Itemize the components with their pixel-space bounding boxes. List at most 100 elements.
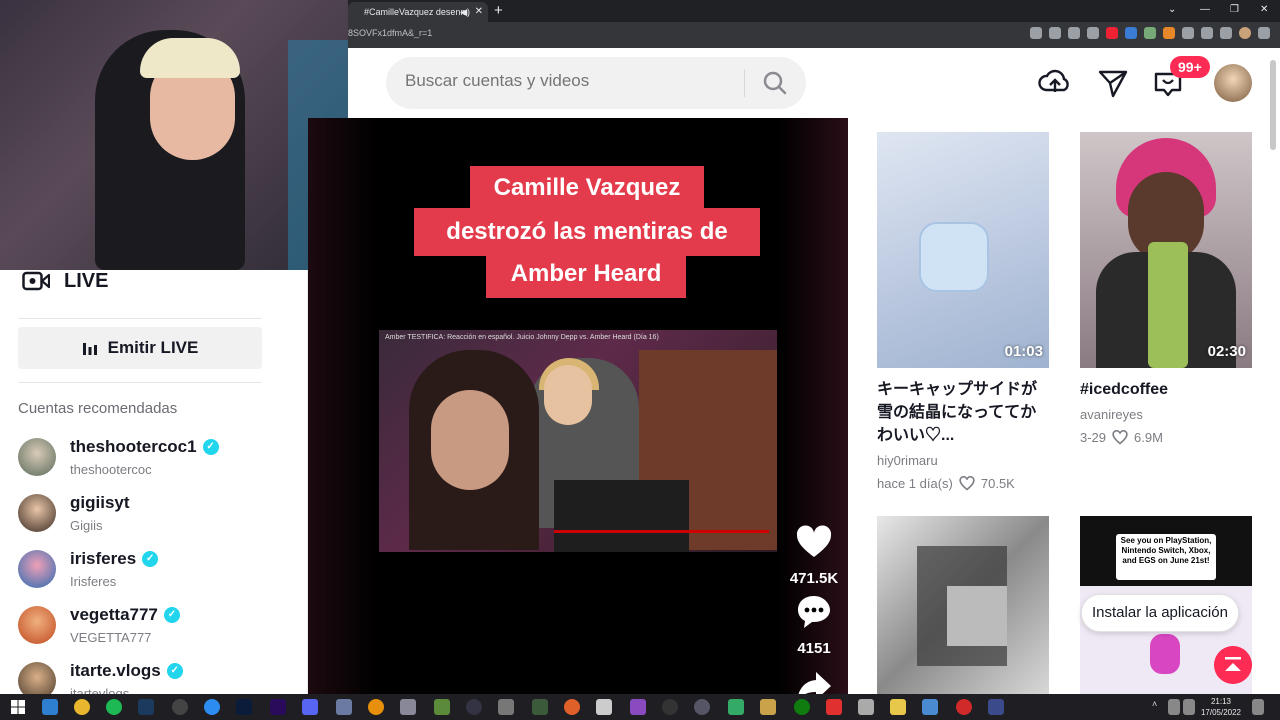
video-author[interactable]: hiy0rimaru <box>877 453 1049 468</box>
account-handle: Irisferes <box>70 574 117 589</box>
taskbar-app-icon[interactable] <box>890 699 906 715</box>
clock-date: 17/05/2022 <box>1200 708 1242 717</box>
video-title[interactable]: #icedcoffee <box>1080 378 1252 401</box>
taskbar-app-icon[interactable] <box>630 699 646 715</box>
taskbar-app-icon[interactable] <box>532 699 548 715</box>
tab-search-icon[interactable]: ⌄ <box>1168 0 1176 20</box>
notification-badge: 99+ <box>1170 56 1210 78</box>
game-banner-text: See you on PlayStation, Nintendo Switch,… <box>1116 534 1216 580</box>
comment-button[interactable]: 4151 <box>784 592 844 657</box>
video-meta: hace 1 día(s) 70.5K <box>877 476 1049 491</box>
heart-icon <box>796 525 832 557</box>
share-icon[interactable] <box>1068 27 1080 39</box>
taskbar-app-icon[interactable] <box>956 699 972 715</box>
volume-icon[interactable] <box>1183 699 1195 715</box>
user-avatar[interactable] <box>1214 64 1252 102</box>
video-thumbnail[interactable]: 02:30 <box>1080 132 1252 368</box>
menu-kebab-icon[interactable] <box>1258 27 1270 39</box>
cast-icon[interactable] <box>1030 27 1042 39</box>
search-app-icon[interactable] <box>368 699 384 715</box>
spotify-icon[interactable] <box>106 699 122 715</box>
taskbar-app-icon[interactable] <box>858 699 874 715</box>
video-thumbnail[interactable] <box>877 516 1049 694</box>
feed-card[interactable] <box>877 516 1049 694</box>
extension-icon[interactable] <box>1144 27 1156 39</box>
obs-icon[interactable] <box>172 699 188 715</box>
search-box[interactable] <box>386 57 806 109</box>
folder-icon[interactable] <box>760 699 776 715</box>
taskbar-app-icon[interactable] <box>694 699 710 715</box>
emitir-live-button[interactable]: Emitir LIVE <box>18 327 262 369</box>
send-message-icon[interactable] <box>1096 66 1130 100</box>
tray-chevron-icon[interactable]: ˄ <box>1152 699 1164 715</box>
upload-cloud-icon[interactable] <box>1038 66 1072 100</box>
minimize-icon[interactable]: — <box>1200 0 1210 20</box>
feed-card[interactable]: 01:03 キーキャップサイドが雪の結晶になっててかわいい♡... hiy0ri… <box>877 132 1049 491</box>
account-item[interactable]: irisferes ✓ Irisferes <box>18 549 298 594</box>
photoshop-icon[interactable] <box>236 699 252 715</box>
search-input[interactable] <box>405 71 745 91</box>
taskbar-app-icon[interactable] <box>922 699 938 715</box>
profile-icon[interactable] <box>1239 27 1251 39</box>
extension-icons <box>1030 27 1270 39</box>
bookmark-star-icon[interactable] <box>1087 27 1099 39</box>
share-button[interactable] <box>784 666 844 694</box>
chrome-icon[interactable] <box>74 699 90 715</box>
taskbar-clock[interactable]: 21:13 17/05/2022 <box>1196 696 1246 718</box>
like-button[interactable]: 471.5K <box>784 522 844 587</box>
video-title[interactable]: キーキャップサイドが雪の結晶になっててかわいい♡... <box>877 378 1049 447</box>
streamer-cap <box>140 38 240 78</box>
extension-icon[interactable] <box>1125 27 1137 39</box>
account-item[interactable]: vegetta777 ✓ VEGETTA777 <box>18 605 298 650</box>
browser-tab[interactable]: #CamilleVazquez desenm ◀) ✕ <box>348 2 488 22</box>
search-divider <box>744 69 745 97</box>
taskbar-app-icon[interactable] <box>988 699 1004 715</box>
extension-icon[interactable] <box>1163 27 1175 39</box>
extension-icon[interactable] <box>1106 27 1118 39</box>
video-player[interactable]: Camille Vazquez destrozó las mentiras de… <box>308 118 848 694</box>
speaker-icon[interactable]: ◀) <box>460 2 470 22</box>
puzzle-icon[interactable] <box>1182 27 1194 39</box>
window-close-icon[interactable]: ✕ <box>1260 0 1268 20</box>
zoom-icon[interactable] <box>1049 27 1061 39</box>
windows-start-icon[interactable] <box>10 699 26 715</box>
install-app-button[interactable]: Instalar la aplicación <box>1081 594 1239 632</box>
url-text[interactable]: 8SOVFx1dfmA&_r=1 <box>348 28 432 38</box>
restore-icon[interactable]: ❐ <box>1230 0 1239 20</box>
close-tab-icon[interactable]: ✕ <box>475 2 483 22</box>
sidepanel-icon[interactable] <box>1220 27 1232 39</box>
video-likes: 70.5K <box>980 476 1015 491</box>
taskbar-app-icon[interactable] <box>42 699 58 715</box>
discord-icon[interactable] <box>302 699 318 715</box>
address-bar[interactable]: 8SOVFx1dfmA&_r=1 <box>348 22 1280 48</box>
new-tab-button[interactable]: + <box>494 0 503 22</box>
taskbar-app-icon[interactable] <box>400 699 416 715</box>
nav-live[interactable]: LIVE <box>22 270 108 292</box>
feed-card[interactable]: 02:30 #icedcoffee avanireyes 3-29 6.9M <box>1080 132 1252 445</box>
notifications-icon[interactable] <box>1252 699 1264 715</box>
back-to-top-icon[interactable] <box>1214 646 1252 684</box>
taskbar-app-icon[interactable] <box>662 699 678 715</box>
video-likes: 6.9M <box>1134 430 1163 445</box>
taskbar-app-icon[interactable] <box>204 699 220 715</box>
reading-list-icon[interactable] <box>1201 27 1213 39</box>
account-item[interactable]: gigiisyt Gigiis <box>18 493 298 538</box>
account-item[interactable]: theshootercoc1 ✓ theshootercoc <box>18 437 298 482</box>
premiere-icon[interactable] <box>270 699 286 715</box>
account-name: irisferes ✓ <box>70 549 159 569</box>
taskbar-app-icon[interactable] <box>336 699 352 715</box>
steam-icon[interactable] <box>138 699 154 715</box>
page-scrollbar[interactable] <box>1270 60 1276 150</box>
taskbar-app-icon[interactable] <box>596 699 612 715</box>
taskbar-app-icon[interactable] <box>466 699 482 715</box>
taskbar-app-icon[interactable] <box>564 699 580 715</box>
taskbar-app-icon[interactable] <box>728 699 744 715</box>
video-thumbnail[interactable]: 01:03 <box>877 132 1049 368</box>
xbox-icon[interactable] <box>794 699 810 715</box>
minecraft-icon[interactable] <box>434 699 450 715</box>
network-icon[interactable] <box>1168 699 1180 715</box>
video-author[interactable]: avanireyes <box>1080 407 1252 422</box>
search-icon[interactable] <box>758 69 792 97</box>
taskbar-app-icon[interactable] <box>826 699 842 715</box>
taskbar-app-icon[interactable] <box>498 699 514 715</box>
